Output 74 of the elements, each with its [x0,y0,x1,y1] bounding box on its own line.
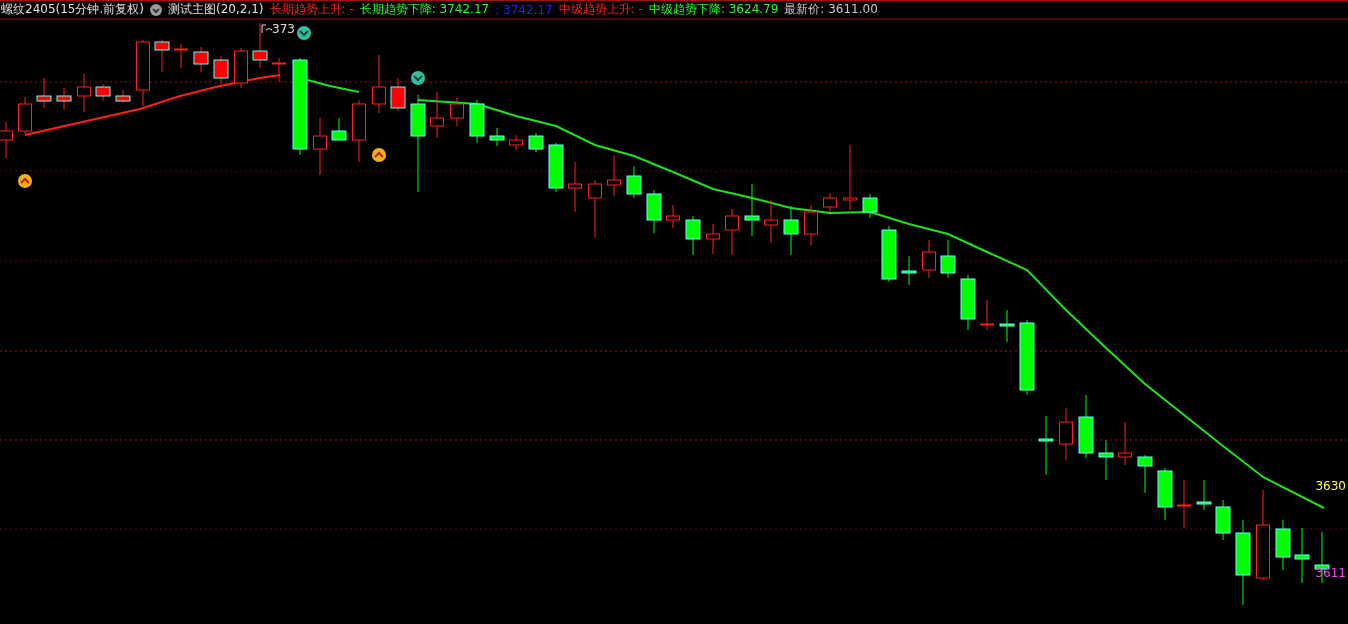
candlestick [725,208,739,256]
dropdown-icon[interactable] [150,3,162,16]
candlestick [18,96,32,135]
candlestick [1118,421,1132,466]
candlestick [136,39,150,107]
candlestick [1098,439,1114,481]
candlestick [607,154,621,197]
candlestick [193,46,209,73]
candlestick [1215,499,1231,541]
candlestick [77,73,91,113]
candlestick [450,97,464,127]
candlestick [1038,415,1054,476]
indicator-value: 长期趋势下降: 3742.17 [359,1,490,18]
candlestick [666,204,680,229]
candlestick [489,127,505,147]
candlestick [940,239,956,279]
candlestick [901,255,917,286]
candlestick [862,193,878,219]
candlestick [744,183,760,237]
candlestick [252,22,268,69]
candlestick [881,225,897,283]
candlestick [1157,467,1173,521]
candlestick [568,161,582,213]
candlestick [372,54,386,114]
candlestick [313,117,327,176]
candlestick [823,192,837,213]
candlestick [783,205,799,256]
candlestick [352,99,366,163]
candlestick [213,55,229,85]
candlestick [548,142,564,193]
candlestick [234,47,248,89]
candlestick [272,57,286,83]
indicator-value: 长期趋势上升: - [269,1,354,18]
candlestick [430,91,444,139]
candlestick [804,204,818,246]
candlestick [390,77,406,112]
indicator-value: : 3742.17 [495,2,553,17]
candlestick [626,165,642,199]
candlestick [36,77,52,109]
candlestick [95,83,111,102]
price-label: 3630 [1315,479,1346,493]
candlestick [469,99,485,144]
candlestick [764,199,778,244]
candlestick [588,179,602,239]
candlestick [115,89,131,104]
candlestick [174,43,188,69]
candlestick [1177,479,1191,529]
indicator-value: 中级趋势上升: - [558,1,643,18]
candlestick [980,299,994,331]
candlestick [960,274,976,331]
peak-marker-icon [261,24,273,34]
peak-price-label: 373 [272,22,295,36]
candlestick [154,39,170,73]
candlestick [922,239,936,279]
candlestick [706,223,720,255]
candlestick [1078,394,1094,459]
candlestick [999,309,1015,343]
candlestick [1196,479,1212,511]
candlestick [843,144,857,211]
candlestick [1275,519,1291,571]
candlestick [646,189,662,234]
symbol-title: 螺纹2405(15分钟.前复权) [1,1,144,18]
price-label: 3611 [1315,566,1346,580]
candlestick [528,132,544,153]
candlestick [56,87,72,111]
candlestick [685,215,701,256]
candlestick [1137,454,1153,494]
indicator-name: 测试主图(20,2,1) [168,1,264,18]
candlestick [1059,407,1073,461]
candlestick [331,117,347,141]
indicator-value: 中级趋势下降: 3624.79 [648,1,779,18]
candlestick [1294,527,1310,584]
candlestick [509,134,523,151]
indicator-value: 最新价: 3611.00 [784,1,878,18]
